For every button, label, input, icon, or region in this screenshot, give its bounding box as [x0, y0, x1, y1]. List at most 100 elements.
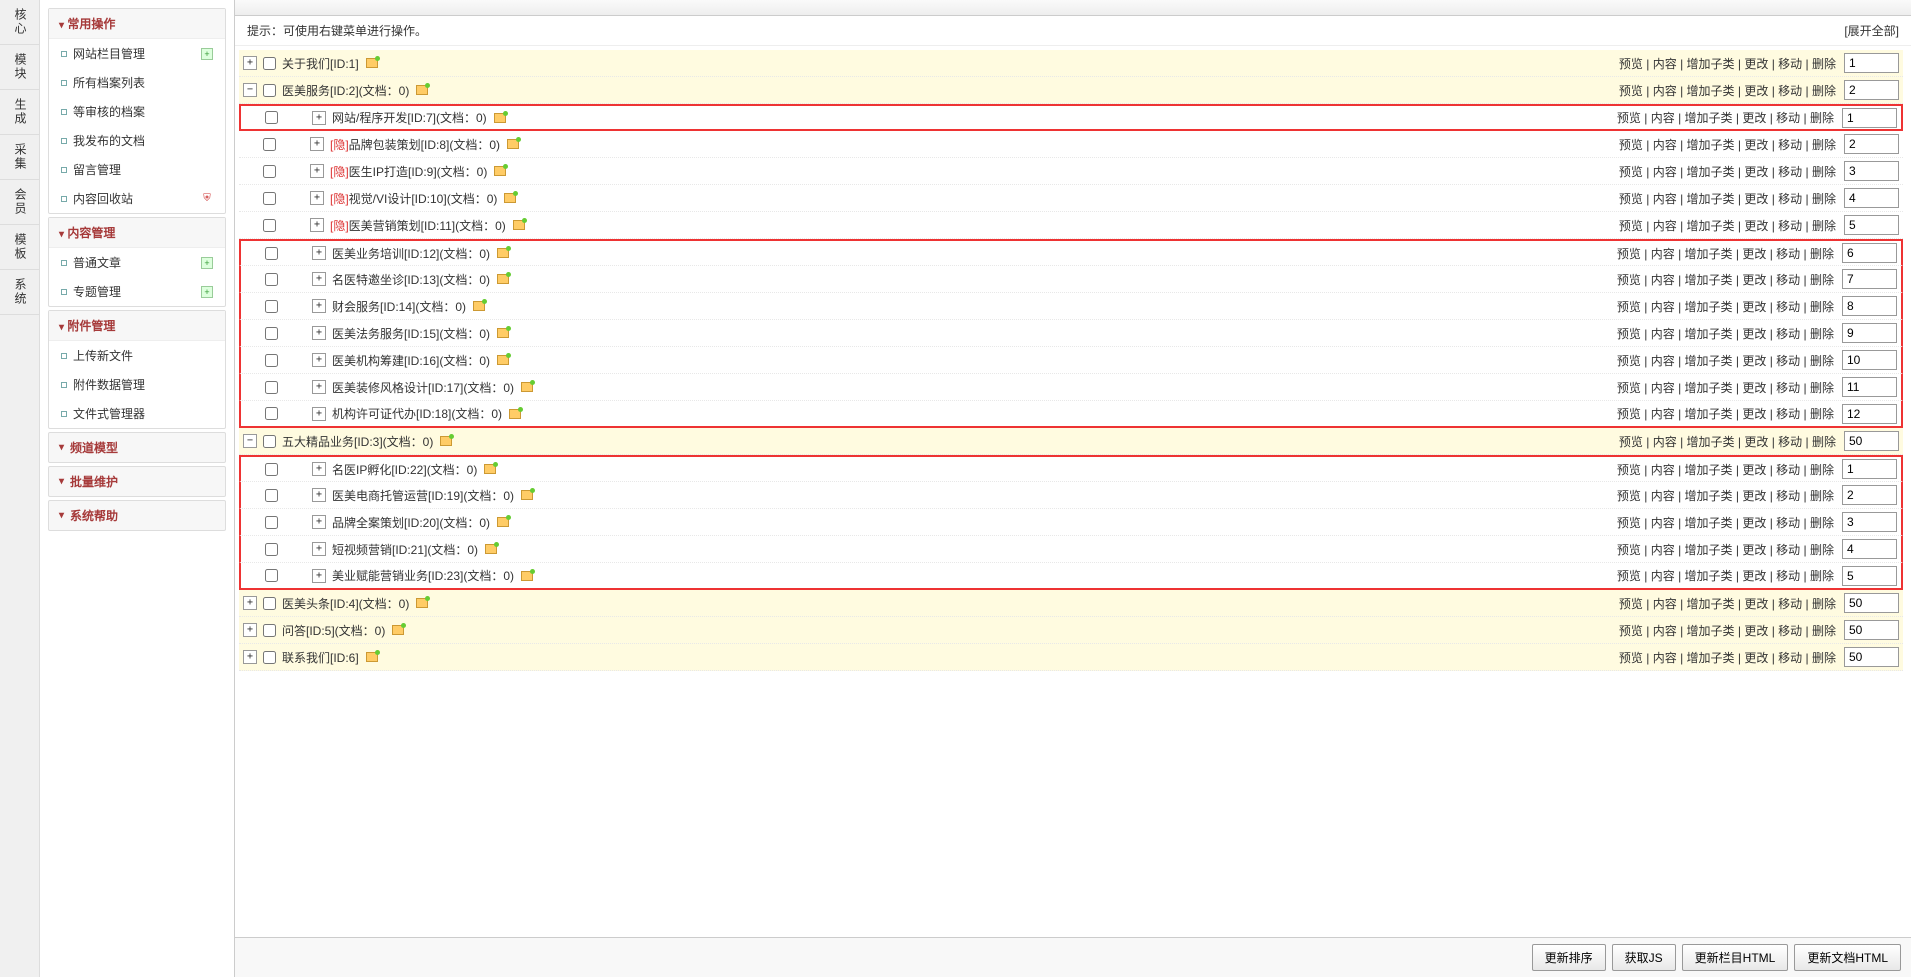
action-link[interactable]: 移动 — [1776, 569, 1800, 583]
document-icon[interactable] — [493, 165, 507, 177]
action-link[interactable]: 增加子类 — [1685, 543, 1733, 557]
category-label[interactable]: [隐]视觉/VI设计[ID:10](文档：0) — [330, 190, 497, 207]
document-icon[interactable] — [506, 138, 520, 150]
category-label[interactable]: 短视频营销[ID:21](文档：0) — [332, 541, 478, 558]
action-link[interactable]: 增加子类 — [1687, 435, 1735, 449]
category-label[interactable]: 品牌全案策划[ID:20](文档：0) — [332, 514, 490, 531]
action-link[interactable]: 内容 — [1653, 624, 1677, 638]
action-link[interactable]: 增加子类 — [1685, 354, 1733, 368]
sidebar-tab[interactable]: 会员 — [0, 180, 39, 225]
document-icon[interactable] — [496, 247, 510, 259]
order-input[interactable] — [1842, 539, 1897, 559]
action-link[interactable]: 预览 — [1619, 84, 1643, 98]
document-icon[interactable] — [496, 327, 510, 339]
action-link[interactable]: 更改 — [1742, 569, 1766, 583]
expand-icon[interactable]: + — [312, 272, 326, 286]
footer-button[interactable]: 更新文档HTML — [1794, 944, 1901, 971]
action-link[interactable]: 内容 — [1651, 516, 1675, 530]
action-link[interactable]: 删除 — [1812, 138, 1836, 152]
action-link[interactable]: 增加子类 — [1685, 111, 1733, 125]
action-link[interactable]: 删除 — [1812, 435, 1836, 449]
expand-icon[interactable]: + — [310, 191, 324, 205]
menu-section-header[interactable]: ▾ 附件管理 — [49, 311, 225, 341]
action-link[interactable]: 预览 — [1617, 463, 1641, 477]
add-icon[interactable]: + — [201, 48, 213, 60]
action-link[interactable]: 更改 — [1742, 516, 1766, 530]
row-checkbox[interactable] — [265, 247, 278, 260]
action-link[interactable]: 删除 — [1810, 407, 1834, 421]
action-link[interactable]: 预览 — [1617, 111, 1641, 125]
action-link[interactable]: 更改 — [1742, 247, 1766, 261]
category-label[interactable]: 医美装修风格设计[ID:17](文档：0) — [332, 379, 514, 396]
category-label[interactable]: 名医IP孵化[ID:22](文档：0) — [332, 461, 477, 478]
order-input[interactable] — [1844, 188, 1899, 208]
expand-icon[interactable]: + — [243, 56, 257, 70]
action-link[interactable]: 移动 — [1776, 516, 1800, 530]
row-checkbox[interactable] — [263, 165, 276, 178]
action-link[interactable]: 内容 — [1653, 651, 1677, 665]
row-checkbox[interactable] — [263, 597, 276, 610]
footer-button[interactable]: 更新排序 — [1532, 944, 1606, 971]
expand-icon[interactable]: + — [310, 137, 324, 151]
action-link[interactable]: 更改 — [1742, 273, 1766, 287]
action-link[interactable]: 内容 — [1653, 192, 1677, 206]
action-link[interactable]: 更改 — [1742, 354, 1766, 368]
order-input[interactable] — [1842, 512, 1897, 532]
action-link[interactable]: 预览 — [1617, 569, 1641, 583]
document-icon[interactable] — [391, 624, 405, 636]
menu-item[interactable]: 留言管理 — [49, 155, 225, 184]
action-link[interactable]: 内容 — [1653, 219, 1677, 233]
action-link[interactable]: 增加子类 — [1687, 165, 1735, 179]
row-checkbox[interactable] — [263, 651, 276, 664]
action-link[interactable]: 预览 — [1617, 247, 1641, 261]
category-label[interactable]: 医美头条[ID:4](文档：0) — [282, 595, 409, 612]
document-icon[interactable] — [520, 489, 534, 501]
order-input[interactable] — [1844, 53, 1899, 73]
action-link[interactable]: 移动 — [1776, 354, 1800, 368]
document-icon[interactable] — [365, 651, 379, 663]
sidebar-tab[interactable]: 生成 — [0, 90, 39, 135]
order-input[interactable] — [1844, 161, 1899, 181]
menu-item[interactable]: 网站栏目管理+ — [49, 39, 225, 68]
order-input[interactable] — [1842, 459, 1897, 479]
action-link[interactable]: 增加子类 — [1687, 57, 1735, 71]
action-link[interactable]: 预览 — [1619, 165, 1643, 179]
order-input[interactable] — [1842, 377, 1897, 397]
action-link[interactable]: 内容 — [1651, 354, 1675, 368]
category-label[interactable]: 美业赋能营销业务[ID:23](文档：0) — [332, 567, 514, 584]
document-icon[interactable] — [520, 570, 534, 582]
expand-icon[interactable]: − — [243, 83, 257, 97]
action-link[interactable]: 内容 — [1653, 57, 1677, 71]
action-link[interactable]: 更改 — [1742, 463, 1766, 477]
row-checkbox[interactable] — [263, 138, 276, 151]
row-checkbox[interactable] — [263, 192, 276, 205]
action-link[interactable]: 预览 — [1617, 273, 1641, 287]
action-link[interactable]: 增加子类 — [1687, 192, 1735, 206]
action-link[interactable]: 更改 — [1742, 543, 1766, 557]
document-icon[interactable] — [415, 597, 429, 609]
action-link[interactable]: 删除 — [1812, 84, 1836, 98]
action-link[interactable]: 增加子类 — [1685, 489, 1733, 503]
action-link[interactable]: 更改 — [1742, 381, 1766, 395]
sidebar-tab[interactable]: 核心 — [0, 0, 39, 45]
menu-item[interactable]: 附件数据管理 — [49, 370, 225, 399]
action-link[interactable]: 移动 — [1776, 247, 1800, 261]
category-label[interactable]: 关于我们[ID:1] — [282, 55, 359, 72]
expand-all-link[interactable]: [展开全部] — [1844, 22, 1899, 39]
action-link[interactable]: 删除 — [1810, 354, 1834, 368]
expand-icon[interactable]: + — [312, 515, 326, 529]
action-link[interactable]: 删除 — [1812, 624, 1836, 638]
action-link[interactable]: 预览 — [1619, 624, 1643, 638]
action-link[interactable]: 删除 — [1810, 273, 1834, 287]
action-link[interactable]: 删除 — [1810, 247, 1834, 261]
action-link[interactable]: 内容 — [1651, 407, 1675, 421]
action-link[interactable]: 移动 — [1778, 651, 1802, 665]
action-link[interactable]: 删除 — [1812, 597, 1836, 611]
action-link[interactable]: 移动 — [1778, 138, 1802, 152]
expand-icon[interactable]: + — [312, 462, 326, 476]
order-input[interactable] — [1842, 108, 1897, 128]
document-icon[interactable] — [496, 273, 510, 285]
row-checkbox[interactable] — [263, 84, 276, 97]
action-link[interactable]: 移动 — [1776, 327, 1800, 341]
action-link[interactable]: 内容 — [1653, 138, 1677, 152]
